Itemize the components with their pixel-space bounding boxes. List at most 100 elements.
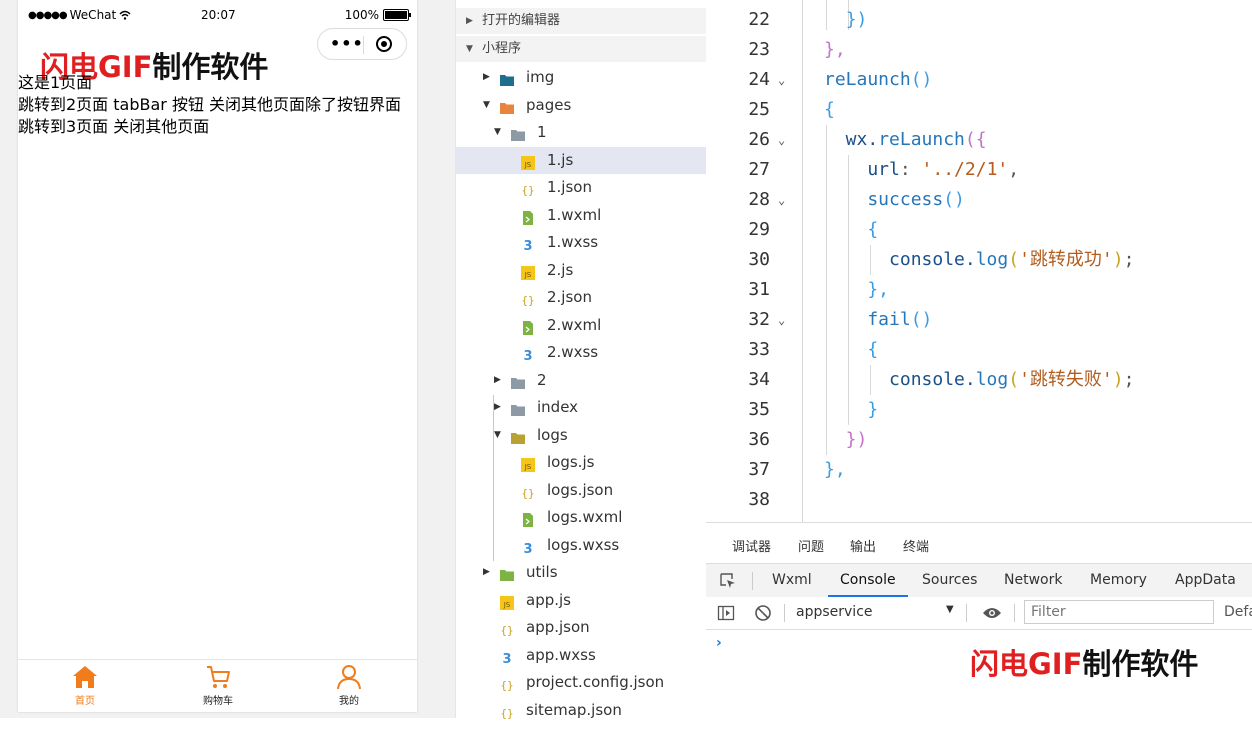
navigate-link-2[interactable]: 跳转到2页面 tabBar 按钮 关闭其他页面除了按钮界面 — [18, 94, 417, 116]
tree-item[interactable]: {} project.config.json — [456, 669, 706, 696]
tree-item-label: logs — [537, 425, 568, 444]
tree-item[interactable]: JS 2.js — [456, 257, 706, 284]
fold-chevron-icon[interactable]: ⌄ — [778, 305, 785, 335]
tab-network[interactable]: Network — [1004, 572, 1062, 588]
js-file-icon: JS — [520, 263, 535, 280]
tab-home[interactable]: 首页 — [45, 664, 125, 707]
page-content: 这是1页面 跳转到2页面 tabBar 按钮 关闭其他页面除了按钮界面 跳转到3… — [18, 72, 417, 138]
eye-icon[interactable] — [982, 605, 1002, 621]
code-line: 23}, — [706, 35, 1252, 65]
tree-item-label: project.config.json — [526, 673, 665, 691]
tree-item-label: 2.wxml — [547, 315, 602, 334]
tree-item[interactable]: {} 1.json — [456, 174, 706, 201]
tree-item[interactable]: {} 2.json — [456, 284, 706, 311]
fold-chevron-icon[interactable]: ⌄ — [778, 125, 785, 155]
fold-chevron-icon[interactable]: ⌄ — [778, 185, 785, 215]
chevron-right-icon[interactable]: ▶ — [494, 367, 501, 394]
tree-item[interactable]: {} sitemap.json — [456, 697, 706, 724]
svg-text:JS: JS — [524, 271, 532, 279]
tree-item[interactable]: 3 app.wxss — [456, 642, 706, 669]
wifi-icon — [119, 10, 131, 20]
tab-problems[interactable]: 问题 — [798, 536, 824, 555]
chevron-right-icon[interactable]: ▶ — [494, 394, 501, 421]
more-options-icon[interactable]: ••• — [330, 34, 364, 53]
tree-item[interactable]: ▼ 1 — [456, 119, 706, 146]
code-editor[interactable]: 22 }) 23}, 24 ⌄ reLaunch() 25{26 ⌄ wx.reLaunch… — [706, 0, 1252, 522]
tree-item-label: app.wxss — [526, 645, 596, 664]
line-number: 25 — [748, 99, 770, 120]
close-capsule-icon[interactable] — [376, 36, 392, 52]
tab-sources[interactable]: Sources — [922, 572, 977, 588]
tree-item-label: logs.wxss — [547, 535, 620, 554]
folder-icon — [510, 428, 525, 444]
tree-item[interactable]: 2.wxml — [456, 312, 706, 339]
mini-program-capsule: ••• — [317, 28, 407, 60]
js-file-icon: JS — [520, 455, 535, 472]
svg-text:JS: JS — [524, 463, 532, 471]
tab-output[interactable]: 输出 — [850, 536, 876, 555]
tree-item-label: app.json — [526, 618, 590, 636]
sidebar-toggle-icon[interactable] — [717, 604, 735, 622]
tree-item[interactable]: JS app.js — [456, 587, 706, 614]
code-line: 35 } — [706, 395, 1252, 425]
tab-appdata[interactable]: AppData — [1175, 572, 1236, 588]
chevron-right-icon[interactable]: ▶ — [483, 64, 490, 91]
console-prompt-icon[interactable]: › — [716, 635, 722, 651]
navigate-link-3[interactable]: 跳转到3页面 关闭其他页面 — [18, 116, 417, 138]
tree-item[interactable]: JS 1.js — [456, 146, 706, 174]
tab-console[interactable]: Console — [840, 572, 896, 588]
code-text: console.log('跳转失败'); — [824, 369, 1135, 390]
battery-percent: 100% — [344, 8, 379, 22]
line-number: 22 — [748, 9, 770, 30]
project-section[interactable]: ▼ 小程序 — [456, 36, 706, 62]
chevron-right-icon[interactable]: ▶ — [483, 559, 490, 586]
code-line: 38 — [706, 485, 1252, 515]
tree-item[interactable]: ▶ index — [456, 394, 706, 421]
tab-terminal[interactable]: 终端 — [903, 536, 929, 555]
tree-item-label: 2 — [537, 370, 547, 389]
tree-item[interactable]: {} app.json — [456, 614, 706, 641]
tab-profile[interactable]: 我的 — [309, 664, 389, 707]
tree-item[interactable]: logs.wxml — [456, 504, 706, 531]
open-editors-section[interactable]: ▶ 打开的编辑器 — [456, 8, 706, 34]
tree-item-label: 2.json — [547, 288, 592, 306]
tree-item[interactable]: {} logs.json — [456, 477, 706, 504]
wxss-file-icon: 3 — [520, 345, 535, 364]
inspect-element-icon[interactable] — [719, 572, 737, 590]
log-levels-dropdown[interactable]: Defa — [1224, 604, 1252, 620]
tree-item[interactable]: 3 2.wxss — [456, 339, 706, 366]
tab-cart[interactable]: 购物车 — [178, 664, 258, 707]
code-line: 28 ⌄ success() — [706, 185, 1252, 215]
tree-item[interactable]: 3 logs.wxss — [456, 532, 706, 559]
chevron-down-icon[interactable]: ▼ — [494, 119, 501, 146]
clear-console-icon[interactable] — [754, 604, 772, 622]
tree-item[interactable]: 3 1.wxss — [456, 229, 706, 256]
fold-chevron-icon[interactable]: ⌄ — [778, 65, 785, 95]
filter-input[interactable] — [1024, 600, 1214, 624]
tab-memory[interactable]: Memory — [1090, 572, 1147, 588]
chevron-down-icon[interactable]: ▼ — [483, 92, 490, 119]
svg-text:JS: JS — [503, 601, 511, 609]
tree-item[interactable]: 1.wxml — [456, 202, 706, 229]
tab-wxml[interactable]: Wxml — [772, 572, 812, 588]
context-select[interactable]: appservice — [796, 604, 873, 620]
tree-item[interactable]: ▶ utils — [456, 559, 706, 586]
tree-item-label: logs.wxml — [547, 508, 623, 526]
phone-screen: ●●●●● WeChat 20:07 100% ••• 闪电GIF制作软件 这是… — [18, 0, 417, 712]
wxml-file-icon — [520, 510, 535, 527]
tree-item[interactable]: ▼ pages — [456, 92, 706, 119]
js-file-icon: JS — [499, 593, 514, 610]
tree-item[interactable]: JS logs.js — [456, 449, 706, 476]
code-text: { — [824, 219, 879, 240]
tree-item[interactable]: ▼ logs — [456, 422, 706, 449]
json-file-icon: {} — [499, 675, 514, 692]
chevron-down-icon[interactable]: ▼ — [494, 422, 501, 449]
wxml-file-icon — [520, 318, 535, 335]
line-number: 38 — [748, 489, 770, 510]
caret-down-icon[interactable]: ▼ — [946, 604, 954, 615]
svg-text:{}: {} — [521, 294, 534, 307]
tree-item[interactable]: ▶ 2 — [456, 367, 706, 394]
tree-item[interactable]: ▶ img — [456, 64, 706, 91]
tab-debugger[interactable]: 调试器 — [732, 536, 771, 555]
code-line: 30 console.log('跳转成功'); — [706, 245, 1252, 275]
